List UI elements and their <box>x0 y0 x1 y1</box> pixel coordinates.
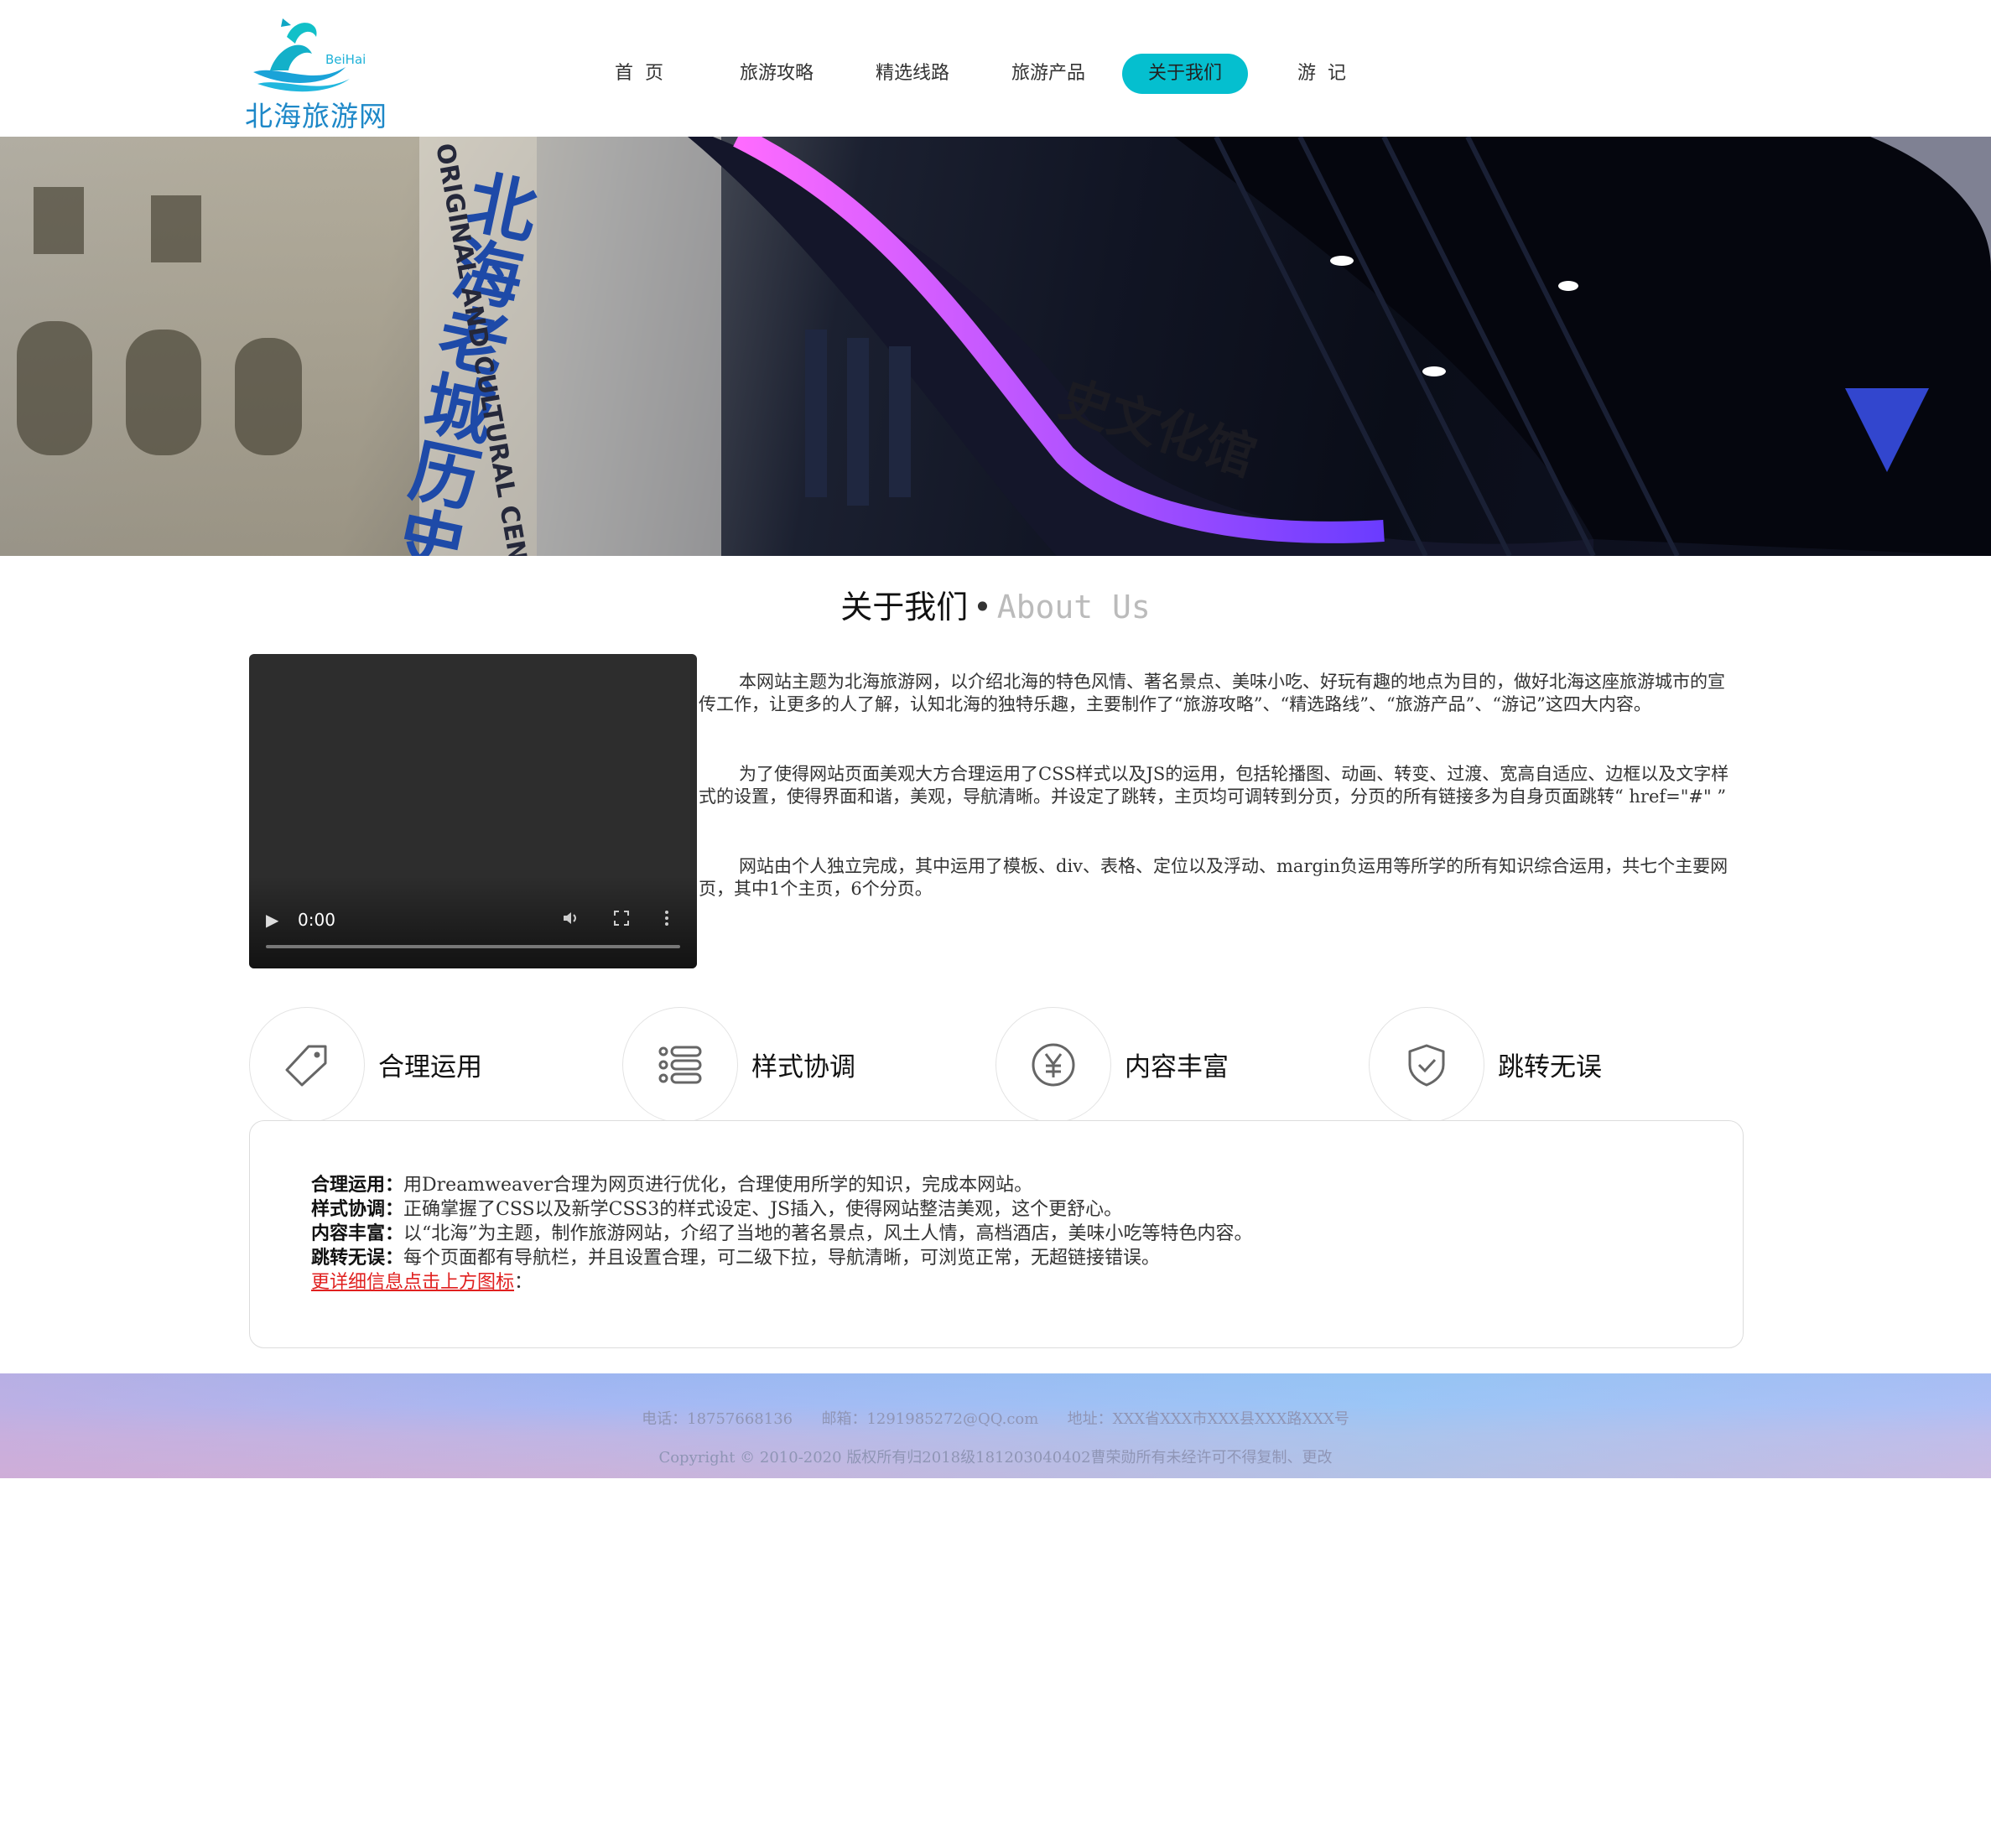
detail-line: 跳转无误：每个页面都有导航栏，并且设置合理，可二级下拉，导航清晰，可浏览正常，无… <box>311 1246 1253 1270</box>
feature-icon-circle[interactable] <box>1369 1007 1484 1123</box>
feature-icon-circle[interactable] <box>249 1007 365 1123</box>
feature-details-list: 合理运用：用Dreamweaver合理为网页进行优化，合理使用所学的知识，完成本… <box>311 1173 1253 1295</box>
detail-text: 每个页面都有导航栏，并且设置合理，可二级下拉，导航清晰，可浏览正常，无超链接错误… <box>403 1248 1161 1269</box>
hero-banner-image: 北海老城历史 ORIGINAL AND CULTURAL CENTER 史文化馆 <box>0 137 1991 556</box>
footer-contact: 电话：18757668136 邮箱：1291985272@QQ.com 地址：X… <box>0 1407 1991 1429</box>
footer-copyright: Copyright © 2010-2020 版权所有归2018级18120304… <box>658 1449 1333 1466</box>
section-title: 关于我们 • About Us <box>0 581 1991 627</box>
footer-address: 地址：XXX省XXX市XXX县XXX路XXX号 <box>1067 1410 1349 1428</box>
about-paragraph: 网站由个人独立完成，其中运用了模板、div、表格、定位以及浮动、margin负运… <box>699 856 1728 899</box>
site-header: BeiHai 北海旅游网 首 页 旅游攻略 精选线路 旅游产品 关于我们 游 记 <box>0 0 1991 137</box>
banner-museum-scene: 北海老城历史 ORIGINAL AND CULTURAL CENTER 史文化馆 <box>0 137 1991 556</box>
feature-details-box: 合理运用：用Dreamweaver合理为网页进行优化，合理使用所学的知识，完成本… <box>249 1120 1744 1348</box>
site-footer: 电话：18757668136 邮箱：1291985272@QQ.com 地址：X… <box>0 1373 1991 1478</box>
nav-about-us[interactable]: 关于我们 <box>1122 54 1248 94</box>
feature-label: 合理运用 <box>378 1052 482 1082</box>
nav-travel-products[interactable]: 旅游产品 <box>998 54 1099 94</box>
feature-icon-circle[interactable] <box>622 1007 738 1123</box>
fullscreen-icon[interactable] <box>611 908 632 932</box>
nav-selected-routes[interactable]: 精选线路 <box>862 54 963 94</box>
nav-travel-guide[interactable]: 旅游攻略 <box>726 54 827 94</box>
more-info-line: 更详细信息点击上方图标： <box>311 1270 1253 1295</box>
video-player[interactable]: ▶ 0:00 <box>249 654 697 968</box>
detail-text: 正确掌握了CSS以及新学CSS3的样式设定、JS插入，使得网站整洁美观，这个更舒… <box>403 1199 1123 1220</box>
nav-home[interactable]: 首 页 <box>597 54 681 94</box>
section-title-en: About Us <box>996 589 1151 626</box>
logo-english-text: BeiHai <box>325 52 366 67</box>
detail-text: 以“北海”为主题，制作旅游网站，介绍了当地的著名景点，风土人情，高档酒店，美味小… <box>403 1223 1253 1244</box>
more-options-icon[interactable] <box>662 908 672 932</box>
detail-key: 样式协调： <box>311 1198 404 1220</box>
nav-travel-notes[interactable]: 游 记 <box>1280 54 1364 94</box>
feature-label: 跳转无误 <box>1498 1052 1602 1082</box>
more-info-suffix: ： <box>514 1272 533 1293</box>
video-time: 0:00 <box>298 910 335 930</box>
site-logo[interactable]: BeiHai 北海旅游网 <box>245 12 387 132</box>
section-title-cn: 关于我们 <box>840 589 969 626</box>
play-icon[interactable]: ▶ <box>266 910 278 930</box>
detail-text: 用Dreamweaver合理为网页进行优化，合理使用所学的知识，完成本网站。 <box>403 1175 1033 1196</box>
volume-icon[interactable] <box>561 908 581 933</box>
about-text: 本网站主题为北海旅游网，以介绍北海的特色风情、著名景点、美味小吃、好玩有趣的地点… <box>699 671 1734 947</box>
logo-text: 北海旅游网 <box>245 100 387 132</box>
footer-email: 邮箱：1291985272@QQ.com <box>821 1410 1039 1428</box>
detail-key: 跳转无误： <box>311 1247 404 1269</box>
feature-icon-circle[interactable] <box>996 1007 1111 1123</box>
tag-icon <box>285 1045 327 1087</box>
detail-key: 合理运用： <box>311 1174 404 1196</box>
detail-line: 内容丰富：以“北海”为主题，制作旅游网站，介绍了当地的著名景点，风土人情，高档酒… <box>311 1222 1253 1246</box>
feature-label: 样式协调 <box>751 1052 855 1082</box>
video-progress-bar[interactable] <box>266 945 680 948</box>
section-title-dot: • <box>973 589 992 626</box>
detail-line: 合理运用：用Dreamweaver合理为网页进行优化，合理使用所学的知识，完成本… <box>311 1173 1253 1197</box>
feature-label: 内容丰富 <box>1125 1052 1229 1082</box>
footer-phone: 电话：18757668136 <box>642 1410 793 1428</box>
shield-check-icon <box>1408 1044 1445 1087</box>
yen-icon <box>1032 1043 1075 1087</box>
list-icon <box>658 1046 702 1084</box>
about-paragraph: 为了使得网站页面美观大方合理运用了CSS样式以及JS的运用，包括轮播图、动画、转… <box>699 764 1729 807</box>
detail-key: 内容丰富： <box>311 1222 404 1244</box>
more-info-link[interactable]: 更详细信息点击上方图标 <box>311 1272 514 1293</box>
detail-line: 样式协调：正确掌握了CSS以及新学CSS3的样式设定、JS插入，使得网站整洁美观… <box>311 1197 1253 1222</box>
about-paragraph: 本网站主题为北海旅游网，以介绍北海的特色风情、著名景点、美味小吃、好玩有趣的地点… <box>699 672 1725 714</box>
